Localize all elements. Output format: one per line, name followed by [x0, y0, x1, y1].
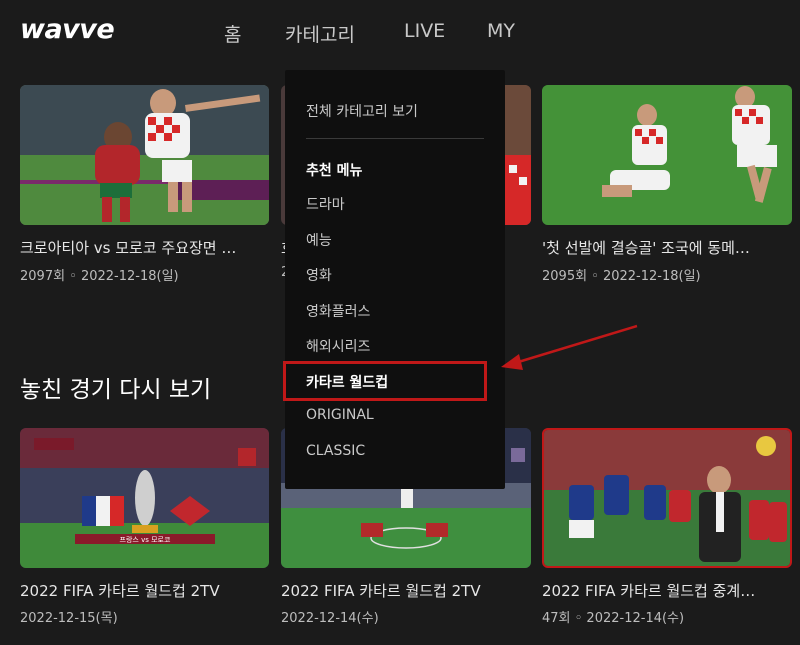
card-meta: 2022-12-15(목)	[20, 611, 118, 626]
thumbnail-croatia-celebration[interactable]	[542, 85, 792, 225]
nav-home[interactable]: 홈	[224, 20, 241, 47]
card-meta: 2097회 ◦ 2022-12-18(일)	[20, 269, 179, 284]
nav-my[interactable]: MY	[487, 20, 515, 42]
card-title[interactable]: 2022 FIFA 카타르 월드컵 중계…	[542, 580, 792, 601]
thumbnail-france-morocco[interactable]: 프랑스 vs 모로코	[20, 428, 269, 568]
card-title[interactable]: '첫 선발에 결승골' 조국에 동메…	[542, 237, 792, 258]
dropdown-item-movie[interactable]: 영화	[306, 265, 332, 285]
dropdown-recommended-header: 추천 메뉴	[306, 163, 363, 179]
annotation-arrow-icon	[501, 324, 638, 370]
dropdown-item-movie-plus[interactable]: 영화플러스	[306, 301, 370, 321]
card-title[interactable]: 2022 FIFA 카타르 월드컵 2TV	[281, 580, 531, 601]
dropdown-divider	[306, 138, 484, 139]
dropdown-item-foreign-series[interactable]: 해외시리즈	[306, 336, 370, 356]
thumbnail-croatia-morocco[interactable]	[20, 85, 269, 225]
wavve-logo[interactable]: wavve	[20, 14, 115, 45]
nav-category[interactable]: 카테고리	[285, 20, 355, 47]
dropdown-item-variety[interactable]: 예능	[306, 230, 332, 250]
card-title[interactable]: 2022 FIFA 카타르 월드컵 2TV	[20, 580, 270, 601]
card-meta: 47회 ◦ 2022-12-14(수)	[542, 611, 685, 626]
card-title[interactable]: 크로아티아 vs 모로코 주요장면 …	[20, 237, 270, 258]
dropdown-all-categories[interactable]: 전체 카테고리 보기	[306, 101, 418, 121]
nav-live[interactable]: LIVE	[404, 20, 445, 42]
dropdown-item-original[interactable]: ORIGINAL	[306, 407, 374, 423]
card-meta: 2022-12-14(수)	[281, 611, 379, 626]
thumbnail-morocco-coach[interactable]	[542, 428, 792, 568]
category-dropdown: 전체 카테고리 보기 추천 메뉴 드라마 예능 영화 영화플러스 해외시리즈 카…	[285, 70, 505, 489]
section-title: 놓친 경기 다시 보기	[20, 377, 212, 403]
card-meta: 2095회 ◦ 2022-12-18(일)	[542, 269, 701, 284]
dropdown-item-drama[interactable]: 드라마	[306, 194, 345, 214]
highlight-box	[283, 361, 487, 401]
dropdown-item-classic[interactable]: CLASSIC	[306, 443, 365, 459]
scoreboard-text: 프랑스 vs 모로코	[120, 536, 171, 544]
